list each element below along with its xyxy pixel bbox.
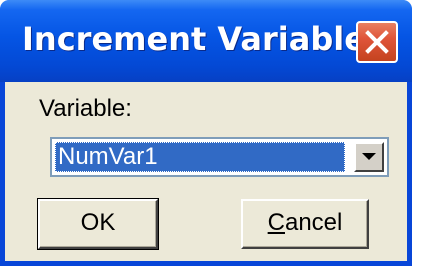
variable-label: Variable: (39, 95, 132, 122)
dropdown-arrow-button[interactable] (354, 142, 384, 172)
window-title: Increment Variable (22, 20, 366, 58)
cancel-accelerator-letter: C (267, 209, 285, 236)
close-button[interactable] (356, 21, 398, 63)
variable-selected-value[interactable]: NumVar1 (55, 142, 345, 172)
dialog-window: Increment Variable Variable: NumVar1 OK … (0, 0, 412, 266)
cancel-label-rest: ancel (284, 209, 343, 236)
close-x-icon (365, 30, 389, 54)
ok-button[interactable]: OK (37, 198, 159, 250)
variable-combobox[interactable]: NumVar1 (50, 137, 389, 177)
dialog-body: Variable: NumVar1 OK Cancel (5, 82, 407, 261)
title-bar[interactable]: Increment Variable (0, 0, 412, 82)
cancel-button[interactable]: Cancel (241, 199, 369, 249)
